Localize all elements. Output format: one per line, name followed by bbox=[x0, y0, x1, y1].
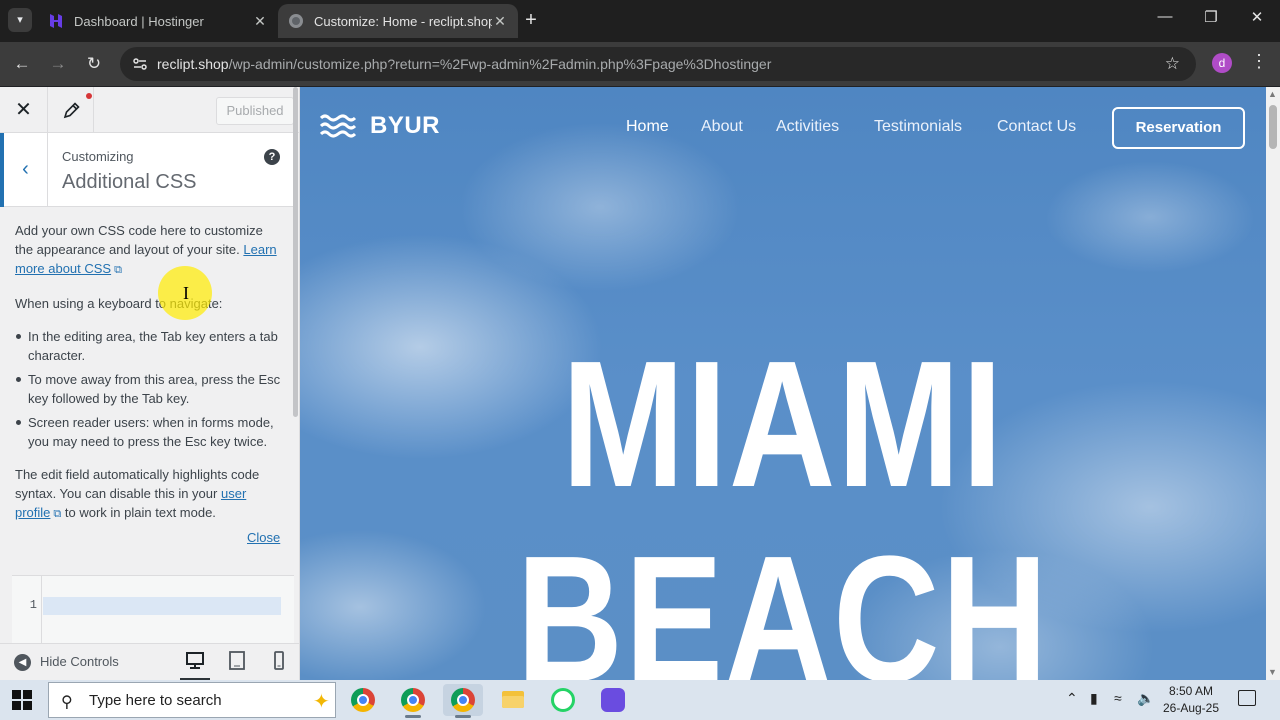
scrollbar-thumb[interactable] bbox=[1269, 105, 1277, 149]
published-button[interactable]: Published bbox=[216, 97, 294, 125]
nav-about[interactable]: About bbox=[701, 118, 743, 136]
bookmark-star-icon[interactable]: ☆ bbox=[1165, 47, 1180, 81]
back-arrow-icon[interactable]: ← bbox=[10, 52, 34, 76]
battery-icon[interactable]: ▮ bbox=[1090, 690, 1098, 707]
url-path: /wp-admin/customize.php?return=%2Fwp-adm… bbox=[228, 56, 772, 72]
sidebar-scrollbar[interactable] bbox=[293, 87, 298, 417]
nav-testimonials[interactable]: Testimonials bbox=[874, 118, 962, 136]
nav-activities[interactable]: Activities bbox=[776, 118, 839, 136]
customizer-header: ✕ Published bbox=[0, 87, 299, 133]
globe-icon bbox=[289, 14, 303, 28]
profile-avatar[interactable]: d bbox=[1212, 53, 1232, 73]
site-settings-icon[interactable] bbox=[132, 56, 148, 72]
desktop-preview-icon[interactable] bbox=[180, 644, 210, 680]
external-link-icon: ⧉ bbox=[114, 264, 122, 276]
assistant-app-icon[interactable] bbox=[593, 684, 633, 716]
restore-window-icon[interactable]: ❐ bbox=[1198, 8, 1224, 26]
tab-title: Dashboard | Hostinger bbox=[74, 13, 204, 29]
css-help-text: Add your own CSS code here to customize … bbox=[15, 221, 281, 538]
nav-contact-us[interactable]: Contact Us bbox=[997, 118, 1076, 136]
close-window-icon[interactable]: ✕ bbox=[1244, 8, 1270, 26]
volume-icon[interactable]: 🔈 bbox=[1137, 690, 1154, 707]
text-cursor-icon: I bbox=[183, 283, 189, 303]
scroll-up-icon[interactable]: ▲ bbox=[1268, 89, 1277, 99]
notification-dot bbox=[86, 93, 92, 99]
logo-text: BYUR bbox=[370, 112, 441, 139]
scroll-down-icon[interactable]: ▼ bbox=[1268, 667, 1277, 677]
close-tab-icon[interactable]: ✕ bbox=[492, 13, 508, 30]
customizer-sidebar: ✕ Published ‹ Customizing Additional CSS… bbox=[0, 87, 300, 680]
minimize-icon[interactable]: — bbox=[1152, 8, 1178, 25]
site-preview: BYUR Home About Activities Testimonials … bbox=[300, 87, 1266, 680]
url-host: reclipt.shop bbox=[157, 56, 229, 72]
help-icon[interactable]: ? bbox=[264, 149, 280, 165]
list-item: To move away from this area, press the E… bbox=[15, 370, 281, 408]
taskbar-clock[interactable]: 8:50 AM 26-Aug-25 bbox=[1160, 683, 1222, 717]
chrome-profile-n-icon[interactable] bbox=[393, 684, 433, 718]
hide-controls-button[interactable]: Hide Controls bbox=[40, 654, 119, 669]
hostinger-icon bbox=[50, 14, 62, 28]
customizing-label: Customizing bbox=[62, 149, 134, 164]
list-item: In the editing area, the Tab key enters … bbox=[15, 327, 281, 365]
close-help-link[interactable]: Close bbox=[247, 530, 280, 545]
external-link-icon: ⧉ bbox=[53, 508, 62, 520]
windows-taskbar: ⚲ Type here to search ✦ ⌃ ▮ ≈ 🔈 8:50 AM … bbox=[0, 680, 1280, 720]
reload-icon[interactable]: ↻ bbox=[82, 52, 106, 76]
wifi-icon[interactable]: ≈ bbox=[1114, 690, 1122, 706]
mobile-preview-icon[interactable] bbox=[264, 644, 294, 680]
keyboard-heading: When using a keyboard to navigate: bbox=[15, 296, 223, 311]
customizer-footer: ◀ Hide Controls bbox=[0, 643, 299, 680]
hide-controls-icon[interactable]: ◀ bbox=[14, 654, 31, 671]
tablet-preview-icon[interactable] bbox=[222, 644, 252, 680]
site-logo[interactable]: BYUR bbox=[320, 112, 440, 140]
tab-search-button[interactable]: ▾ bbox=[8, 8, 32, 32]
address-bar[interactable]: reclipt.shop/wp-admin/customize.php?retu… bbox=[120, 47, 1196, 81]
hero-title-line-1: MIAMI bbox=[561, 324, 1005, 525]
close-tab-icon[interactable]: ✕ bbox=[252, 13, 268, 30]
clock-time: 8:50 AM bbox=[1168, 684, 1214, 698]
section-title-panel: ‹ Customizing Additional CSS ? bbox=[0, 133, 294, 207]
forward-arrow-icon[interactable]: → bbox=[46, 52, 70, 76]
keyboard-tips-list: In the editing area, the Tab key enters … bbox=[15, 327, 281, 451]
tab-customize-home[interactable]: Customize: Home - reclipt.shop ✕ bbox=[278, 4, 518, 38]
chrome-icon[interactable] bbox=[343, 684, 383, 716]
search-placeholder: Type here to search bbox=[89, 692, 222, 709]
taskbar-search-box[interactable]: ⚲ Type here to search ✦ bbox=[48, 682, 336, 718]
clock-date: 26-Aug-25 bbox=[1162, 701, 1220, 715]
tab-title: Customize: Home - reclipt.shop bbox=[314, 13, 492, 29]
nav-home[interactable]: Home bbox=[626, 118, 669, 136]
file-explorer-icon[interactable] bbox=[493, 684, 533, 716]
browser-tab-bar: ▾ Dashboard | Hostinger ✕ Customize: Hom… bbox=[0, 0, 1280, 42]
syntax-highlight-paragraph: The edit field automatically highlights … bbox=[15, 465, 281, 524]
browser-menu-icon[interactable]: ⋮ bbox=[1250, 51, 1268, 72]
browser-toolbar: ← → ↻ reclipt.shop/wp-admin/customize.ph… bbox=[0, 42, 1280, 86]
close-customizer-icon[interactable]: ✕ bbox=[0, 87, 48, 133]
waves-icon bbox=[320, 114, 356, 138]
show-hidden-icons-chevron-icon[interactable]: ⌃ bbox=[1066, 690, 1078, 707]
chrome-profile-d-icon[interactable] bbox=[443, 684, 483, 718]
windows-start-icon[interactable] bbox=[12, 690, 32, 710]
tab-hostinger-dashboard[interactable]: Dashboard | Hostinger ✕ bbox=[38, 4, 278, 38]
intro-text: Add your own CSS code here to customize … bbox=[15, 223, 263, 257]
intro-paragraph: Add your own CSS code here to customize … bbox=[15, 221, 281, 280]
preview-scrollbar[interactable]: ▲ ▼ bbox=[1266, 87, 1280, 680]
syntax-text-end: to work in plain text mode. bbox=[64, 505, 216, 520]
hero-title-line-2: BEACH bbox=[516, 519, 1050, 681]
active-code-line[interactable] bbox=[43, 597, 281, 615]
notifications-icon[interactable] bbox=[1238, 690, 1256, 706]
new-tab-plus-icon[interactable]: + bbox=[520, 9, 542, 31]
list-item: Screen reader users: when in forms mode,… bbox=[15, 413, 281, 451]
section-title: Additional CSS bbox=[62, 171, 197, 193]
back-chevron-icon[interactable]: ‹ bbox=[0, 133, 48, 207]
whatsapp-icon[interactable] bbox=[543, 684, 583, 716]
search-icon: ⚲ bbox=[61, 694, 73, 711]
copilot-sparkle-icon: ✦ bbox=[313, 691, 330, 713]
reservation-button[interactable]: Reservation bbox=[1112, 107, 1245, 149]
